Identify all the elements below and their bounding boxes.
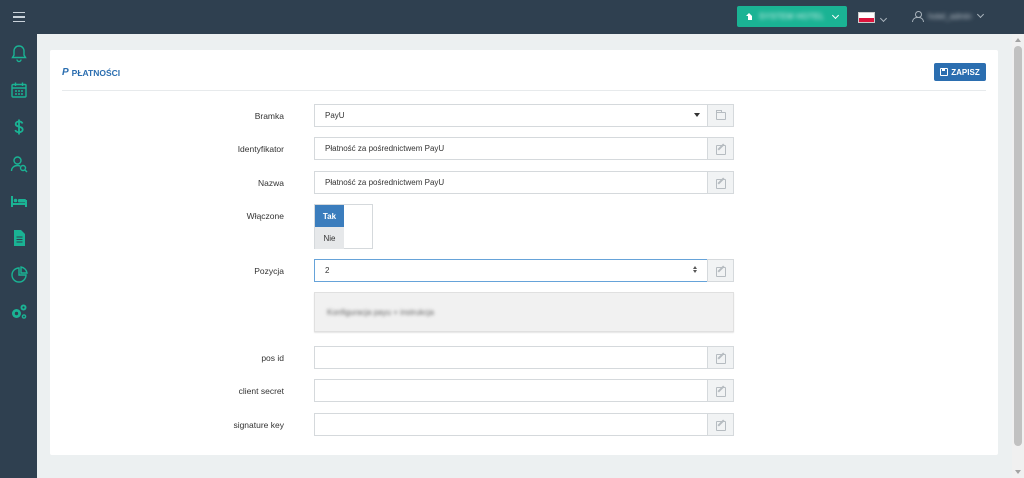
identifier-value: Płatność za pośrednictwem PayU (325, 144, 445, 153)
client-secret-label: client secret (238, 386, 284, 396)
identifier-edit-button[interactable] (707, 137, 734, 160)
language-flag-pl[interactable] (858, 12, 875, 23)
paypal-icon: P (62, 67, 69, 78)
sidebar-item-reports[interactable] (0, 256, 37, 293)
enabled-yes-option[interactable]: Tak (315, 205, 344, 227)
document-icon (13, 229, 25, 246)
number-spinner-icon[interactable] (693, 266, 697, 273)
payments-panel: P PŁATNOŚCI ZAPISZ Bramka PayU Identyfik… (50, 50, 998, 455)
edit-icon (715, 266, 726, 277)
name-label: Nazwa (258, 178, 284, 188)
calendar-icon (10, 82, 27, 98)
sidebar-item-notifications[interactable] (0, 34, 37, 71)
pos-id-input[interactable] (314, 346, 708, 369)
name-input[interactable]: Płatność za pośrednictwem PayU (314, 171, 708, 194)
bell-icon (10, 44, 27, 62)
caret-down-icon (694, 113, 700, 117)
sidebar-item-calendar[interactable] (0, 71, 37, 108)
user-menu[interactable]: hotel_admin (912, 10, 984, 22)
top-navbar: SYSTEM HOTEL hotel_admin (0, 0, 1024, 34)
cogs-icon (11, 304, 26, 319)
signature-key-input[interactable] (314, 413, 708, 436)
pos-id-edit-button[interactable] (707, 346, 734, 369)
name-edit-button[interactable] (707, 171, 734, 194)
signature-key-edit-button[interactable] (707, 413, 734, 436)
position-label: Pozycja (254, 266, 284, 276)
save-icon (940, 68, 949, 76)
configuration-info-box: Konfiguracja payu + instrukcja (314, 292, 734, 332)
save-button-label: ZAPISZ (951, 67, 980, 77)
menu-toggle-icon[interactable] (0, 0, 37, 34)
signature-key-label: signature key (233, 420, 284, 430)
client-secret-edit-button[interactable] (707, 379, 734, 402)
position-edit-button[interactable] (707, 259, 734, 282)
enabled-label: Włączone (246, 211, 284, 221)
user-icon (912, 11, 924, 22)
edit-icon (715, 386, 726, 397)
user-name: hotel_admin (928, 11, 972, 21)
configuration-info-text: Konfiguracja payu + instrukcja (327, 307, 434, 317)
chevron-down-icon[interactable] (879, 13, 888, 23)
position-value: 2 (325, 266, 330, 275)
identifier-input[interactable]: Płatność za pośrednictwem PayU (314, 137, 708, 160)
gateway-folder-button[interactable] (707, 104, 734, 127)
chevron-down-icon (976, 10, 984, 19)
edit-icon (715, 144, 726, 155)
panel-header: P PŁATNOŚCI ZAPISZ (62, 63, 986, 91)
pos-id-label: pos id (261, 353, 284, 363)
gateway-select[interactable]: PayU (314, 104, 708, 127)
save-button[interactable]: ZAPISZ (934, 63, 986, 81)
position-input[interactable]: 2 (314, 259, 708, 282)
client-secret-input[interactable] (314, 379, 708, 402)
user-search-icon (10, 155, 27, 172)
gateway-label: Bramka (254, 111, 284, 121)
scroll-down-icon[interactable] (1015, 470, 1021, 474)
page-title: P PŁATNOŚCI (62, 67, 120, 78)
dollar-icon (13, 119, 24, 134)
edit-icon (715, 353, 726, 364)
enabled-toggle: Tak Nie (314, 204, 373, 249)
sidebar-item-documents[interactable] (0, 219, 37, 256)
sidebar-item-settings[interactable] (0, 293, 37, 330)
folder-icon (715, 109, 726, 120)
identifier-label: Identyfikator (237, 144, 284, 154)
chart-pie-icon (10, 265, 28, 283)
chevron-down-icon (831, 11, 840, 19)
sidebar (0, 34, 37, 478)
page-title-text: PŁATNOŚCI (71, 67, 121, 78)
scroll-thumb[interactable] (1014, 46, 1022, 446)
name-value: Płatność za pośrednictwem PayU (325, 178, 445, 187)
hotel-selector-button[interactable]: SYSTEM HOTEL (737, 6, 847, 27)
sidebar-item-guests[interactable] (0, 145, 37, 182)
home-icon (746, 13, 753, 20)
enabled-no-option[interactable]: Nie (315, 227, 344, 249)
gateway-select-value: PayU (325, 111, 345, 120)
sidebar-item-rooms[interactable] (0, 182, 37, 219)
edit-icon (715, 178, 726, 189)
sidebar-item-finance[interactable] (0, 108, 37, 145)
bed-icon (10, 195, 27, 207)
edit-icon (715, 420, 726, 431)
scroll-up-icon[interactable] (1015, 38, 1021, 42)
page-scrollbar[interactable] (1012, 34, 1024, 478)
hotel-name: SYSTEM HOTEL (759, 12, 825, 21)
